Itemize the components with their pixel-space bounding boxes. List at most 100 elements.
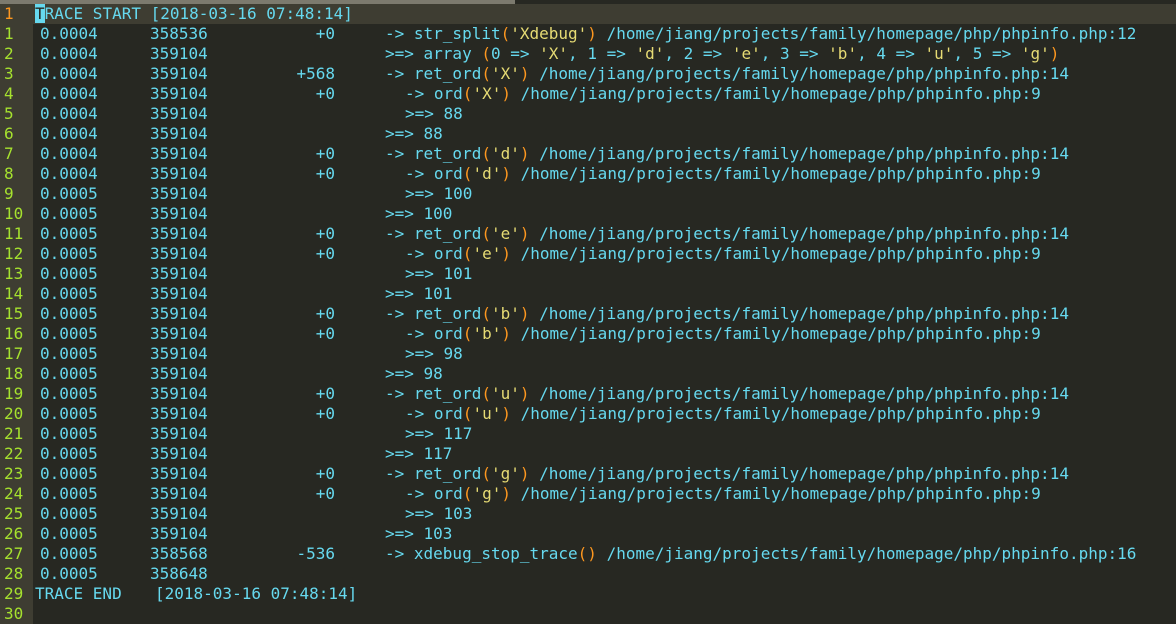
trace-time: 0.0005 (40, 544, 98, 563)
line-number: 19 (4, 384, 24, 403)
trace-footer-label: TRACE END (35, 584, 122, 603)
return-value: >=> 98 (385, 364, 443, 383)
line-number-current: 1 (4, 4, 14, 23)
function-name: -> ord (405, 324, 463, 343)
array-string: 'g' (1020, 44, 1050, 63)
trace-line[interactable]: 2 0.0004 359104 >=> array (0 => 'X', 1 => '… (0, 44, 1176, 64)
line-number: 12 (4, 244, 24, 263)
trace-memory: 359104 (150, 44, 208, 63)
trace-time: 0.0005 (40, 344, 98, 363)
trace-line[interactable]: 16 0.0005 359104 +0 -> ord('b') /home/jiang/… (0, 324, 1176, 344)
paren-open: ( (462, 324, 473, 343)
trace-line[interactable]: 19 0.0005 359104 +0 -> ret_ord('u') /home/ji… (0, 384, 1176, 404)
trace-memory: 359104 (150, 204, 208, 223)
trace-call: -> str_split('Xdebug') /home/jiang/proje… (385, 24, 1136, 44)
trace-line[interactable]: 18 0.0005 359104 >=> 98 (0, 364, 1176, 384)
trace-memory-delta: +0 (315, 244, 335, 263)
trace-line[interactable]: 12 0.0005 359104 +0 -> ord('e') /home/jiang/… (0, 244, 1176, 264)
trace-line[interactable]: 26 0.0005 359104 >=> 103 (0, 524, 1176, 544)
trace-time: 0.0005 (40, 304, 98, 323)
trace-line[interactable]: 27 0.0005 358568 -536 -> xdebug_stop_trace()… (0, 544, 1176, 564)
trace-call: >=> 98 (385, 364, 443, 384)
function-argument: 'g' (490, 464, 520, 483)
trace-line[interactable]: 13 0.0005 359104 >=> 101 (0, 264, 1176, 284)
trace-time: 0.0005 (40, 464, 98, 483)
trace-line[interactable]: 8 0.0004 359104 +0 -> ord('d') /home/jiang/p… (0, 164, 1176, 184)
empty-line[interactable]: 30 (0, 604, 1176, 624)
paren-open: ( (481, 384, 491, 403)
array-text: , 5 => (953, 44, 1021, 63)
line-number: 5 (4, 104, 14, 123)
trace-line[interactable]: 11 0.0005 359104 +0 -> ret_ord('e') /home/ji… (0, 224, 1176, 244)
trace-memory-delta: +0 (315, 404, 335, 423)
paren-close: ) (519, 224, 530, 243)
source-location: /home/jiang/projects/family/homepage/php… (510, 84, 1041, 103)
function-name: -> ord (405, 164, 463, 183)
source-location: /home/jiang/projects/family/homepage/php… (596, 24, 1137, 43)
trace-header-line[interactable]: 1 TRACE START [2018-03-16 07:48:14] (0, 4, 1176, 24)
trace-line[interactable]: 5 0.0004 359104 >=> 88 (0, 104, 1176, 124)
function-name: -> ret_ord (385, 144, 482, 163)
trace-line[interactable]: 20 0.0005 359104 +0 -> ord('u') /home/jiang/… (0, 404, 1176, 424)
line-number: 2 (4, 44, 14, 63)
paren-open: ( (481, 304, 491, 323)
trace-footer-line[interactable]: 29 TRACE END [2018-03-16 07:48:14] (0, 584, 1176, 604)
trace-line[interactable]: 4 0.0004 359104 +0 -> ord('X') /home/jiang/p… (0, 84, 1176, 104)
trace-line[interactable]: 6 0.0004 359104 >=> 88 (0, 124, 1176, 144)
trace-call: >=> 117 (405, 424, 472, 444)
trace-line[interactable]: 25 0.0005 359104 >=> 103 (0, 504, 1176, 524)
trace-editor[interactable]: 1 TRACE START [2018-03-16 07:48:14] 1 0.0… (0, 0, 1176, 624)
paren-open: ( (500, 24, 511, 43)
function-argument: 'e' (472, 244, 502, 263)
trace-time: 0.0004 (40, 64, 98, 83)
paren-close: ) (501, 404, 511, 423)
trace-memory: 359104 (150, 524, 208, 543)
function-name: -> ret_ord (385, 304, 482, 323)
paren-close: ) (519, 464, 530, 483)
trace-line[interactable]: 17 0.0005 359104 >=> 98 (0, 344, 1176, 364)
return-value: >=> 103 (405, 504, 473, 523)
trace-time: 0.0004 (40, 124, 98, 143)
trace-line[interactable]: 7 0.0004 359104 +0 -> ret_ord('d') /home/jia… (0, 144, 1176, 164)
trace-line[interactable]: 1 0.0004 358536 +0 -> str_split('Xdebug') /h… (0, 24, 1176, 44)
source-location: /home/jiang/projects/family/homepage/php… (529, 144, 1069, 163)
function-name: -> ret_ord (385, 384, 482, 403)
trace-line[interactable]: 15 0.0005 359104 +0 -> ret_ord('b') /home/ji… (0, 304, 1176, 324)
line-number: 3 (4, 64, 14, 83)
array-paren: ( (481, 44, 491, 63)
trace-time: 0.0005 (40, 424, 98, 443)
function-argument: 'u' (472, 404, 502, 423)
array-paren: ) (1049, 44, 1060, 63)
line-number: 9 (4, 184, 14, 203)
trace-line[interactable]: 28 0.0005 358648 (0, 564, 1176, 584)
trace-time: 0.0004 (40, 84, 98, 103)
paren-close: ) (519, 384, 530, 403)
trace-memory: 359104 (150, 104, 208, 123)
line-number: 21 (4, 424, 24, 443)
trace-call: >=> 101 (385, 284, 452, 304)
trace-time: 0.0004 (40, 144, 98, 163)
trace-call: -> ret_ord('X') /home/jiang/projects/fam… (385, 64, 1069, 84)
trace-memory: 359104 (150, 384, 208, 403)
source-location: /home/jiang/projects/family/homepage/php… (529, 64, 1069, 83)
line-number: 7 (4, 144, 14, 163)
trace-line[interactable]: 9 0.0005 359104 >=> 100 (0, 184, 1176, 204)
trace-line[interactable]: 23 0.0005 359104 +0 -> ret_ord('g') /home/ji… (0, 464, 1176, 484)
trace-line[interactable]: 3 0.0004 359104 +568 -> ret_ord('X') /home/j… (0, 64, 1176, 84)
source-location: /home/jiang/projects/family/homepage/php… (510, 484, 1041, 503)
trace-memory: 359104 (150, 464, 208, 483)
function-name: -> ret_ord (385, 224, 482, 243)
trace-call: >=> 88 (385, 124, 443, 144)
trace-line[interactable]: 21 0.0005 359104 >=> 117 (0, 424, 1176, 444)
trace-line[interactable]: 24 0.0005 359104 +0 -> ord('g') /home/jiang/… (0, 484, 1176, 504)
trace-call: >=> 100 (385, 204, 452, 224)
function-name: -> ord (405, 244, 463, 263)
trace-lines[interactable]: 1 TRACE START [2018-03-16 07:48:14] 1 0.0… (0, 4, 1176, 624)
trace-memory: 359104 (150, 244, 208, 263)
trace-line[interactable]: 22 0.0005 359104 >=> 117 (0, 444, 1176, 464)
trace-time: 0.0005 (40, 264, 98, 283)
trace-line[interactable]: 10 0.0005 359104 >=> 100 (0, 204, 1176, 224)
function-argument: 'X' (472, 84, 502, 103)
trace-line[interactable]: 14 0.0005 359104 >=> 101 (0, 284, 1176, 304)
return-value: >=> 88 (405, 104, 463, 123)
